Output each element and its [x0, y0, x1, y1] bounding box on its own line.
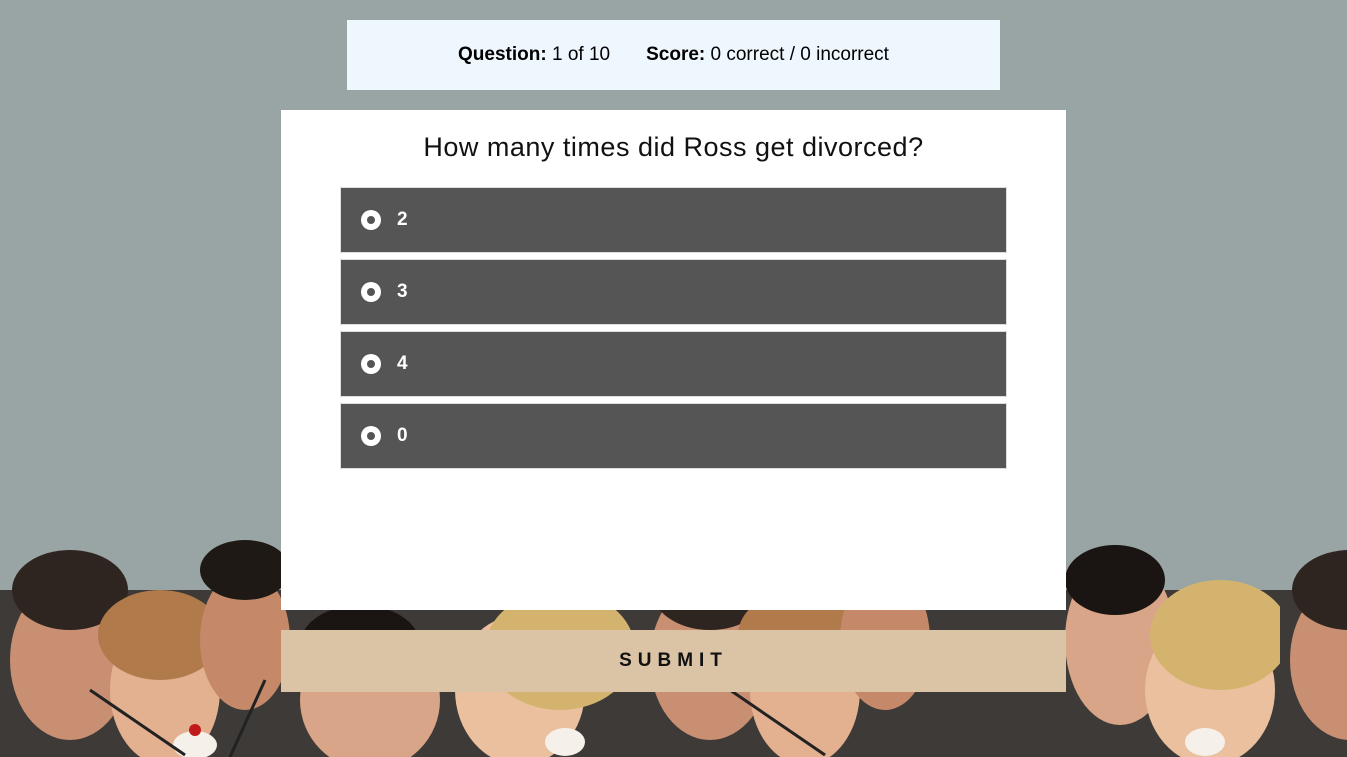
answer-option[interactable]: 3 [340, 259, 1007, 325]
radio-button-icon[interactable] [361, 210, 381, 230]
radio-button-icon[interactable] [361, 282, 381, 302]
question-counter-label: Question: [458, 44, 547, 65]
question-counter: Question: 1 of 10 [458, 44, 610, 66]
radio-button-icon[interactable] [361, 354, 381, 374]
question-counter-value: 1 of 10 [551, 44, 611, 65]
score-counter: Score: 0 correct / 0 incorrect [646, 44, 889, 66]
answer-option-label: 2 [397, 209, 408, 230]
answer-option-label: 3 [397, 281, 408, 302]
question-text: How many times did Ross get divorced? [423, 132, 924, 162]
answer-option-label: 0 [397, 425, 408, 446]
score-label: Score: [646, 44, 706, 65]
answer-option[interactable]: 4 [340, 331, 1007, 397]
submit-button[interactable]: SUBMIT [281, 630, 1066, 692]
radio-button-icon[interactable] [361, 426, 381, 446]
score-value: 0 correct / 0 incorrect [710, 44, 889, 65]
answer-option[interactable]: 2 [340, 187, 1007, 253]
cast-photo-tile [1280, 530, 1347, 757]
quiz-card: How many times did Ross get divorced? 2 … [281, 110, 1066, 610]
answer-option-label: 4 [397, 353, 408, 374]
answer-option[interactable]: 0 [340, 403, 1007, 469]
answer-options: 2 3 4 0 [340, 187, 1007, 475]
status-bar: Question: 1 of 10 Score: 0 correct / 0 i… [347, 20, 1000, 90]
